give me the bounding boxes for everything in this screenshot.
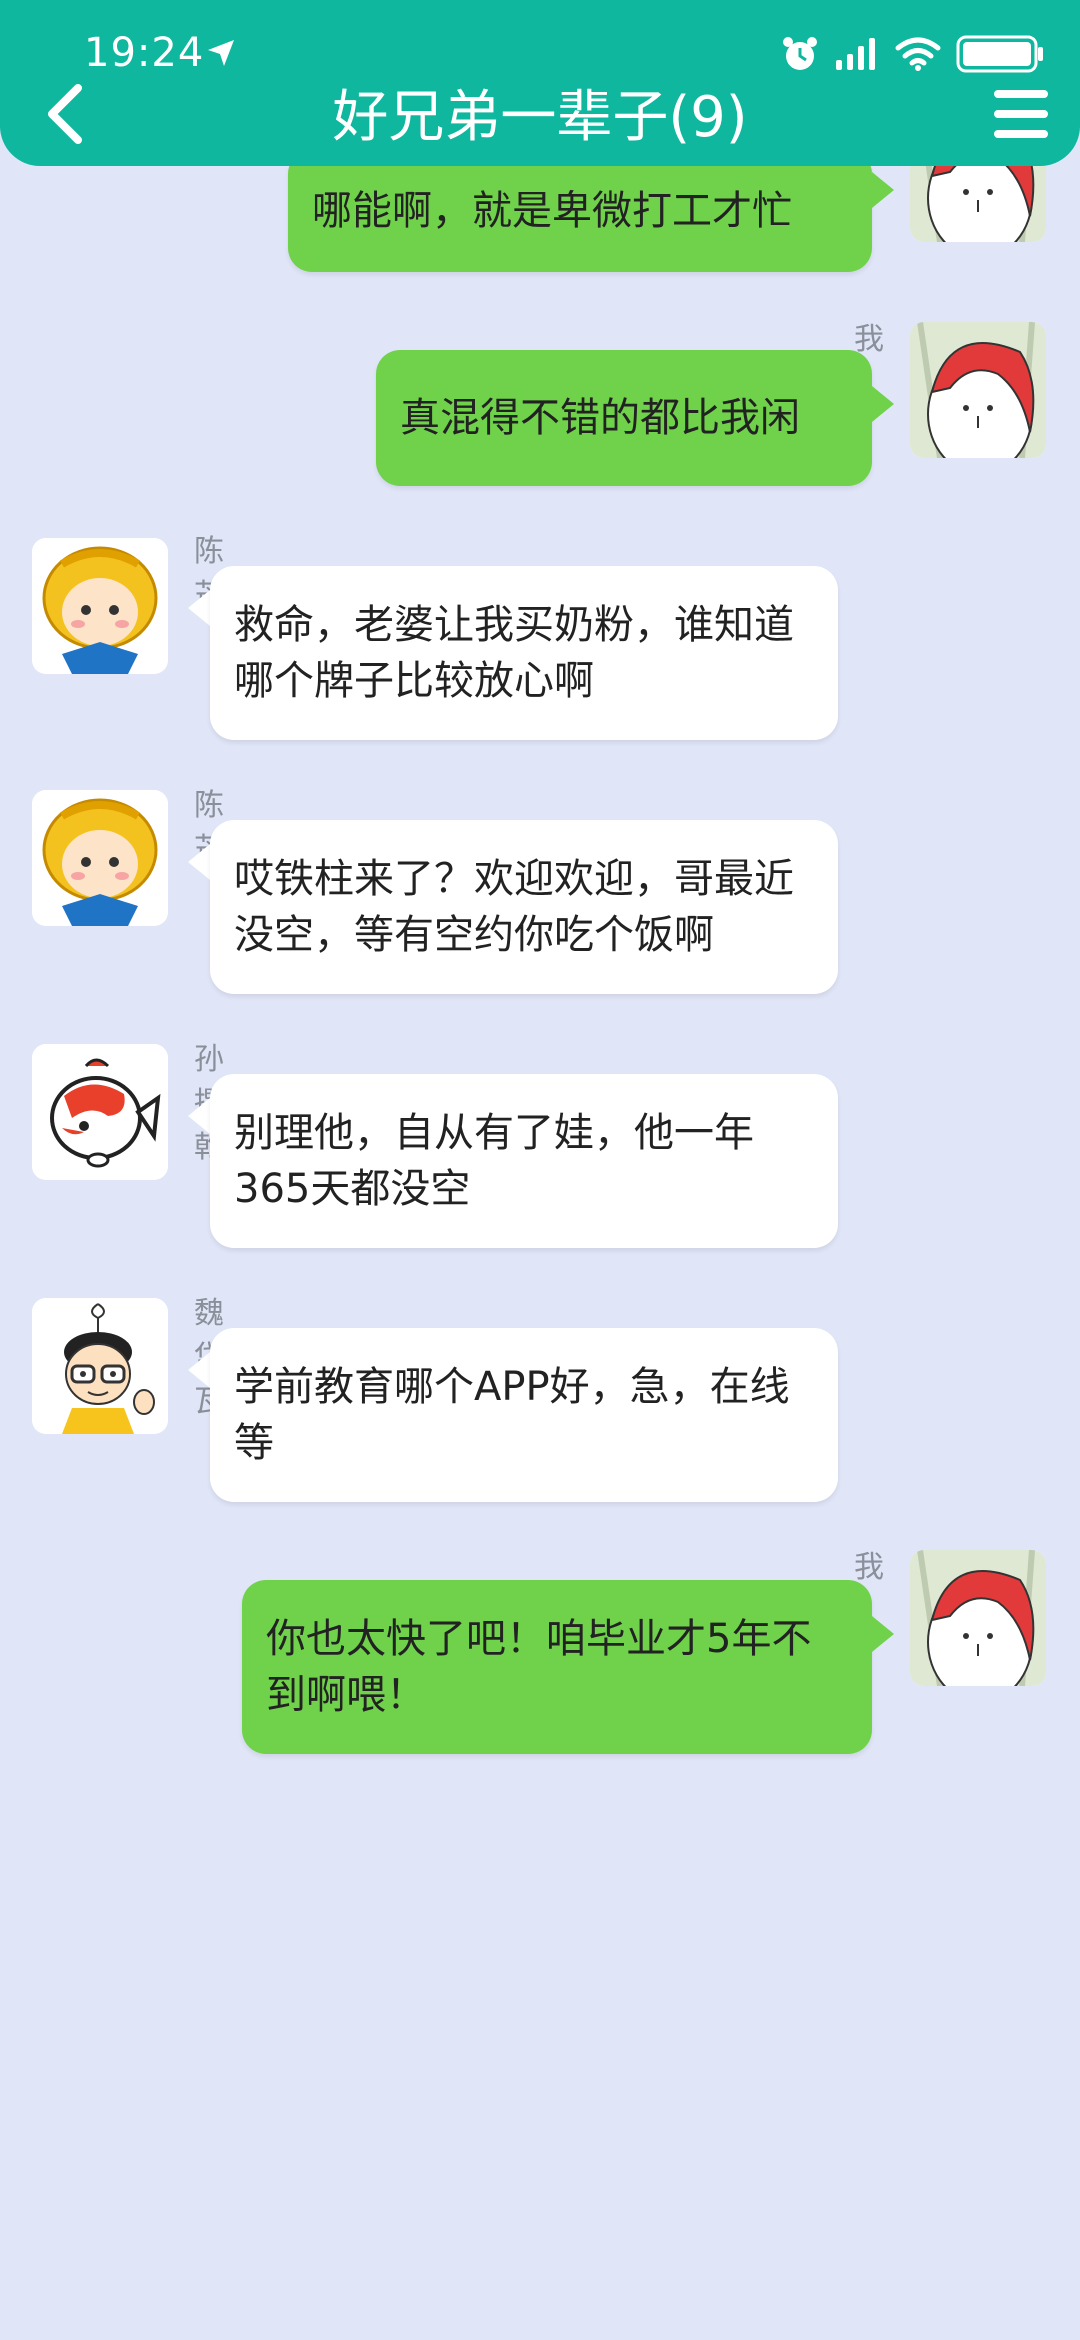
message-bubble[interactable]: 救命，老婆让我买奶粉，谁知道哪个牌子比较放心啊 [210, 566, 838, 740]
monkey-king-avatar[interactable] [32, 538, 168, 674]
chat-header: 19:24 好兄弟一辈子(9) [0, 0, 1080, 166]
bubble-tail [188, 844, 210, 880]
bubble-tail [872, 386, 894, 422]
message-bubble[interactable]: 哎铁柱来了？欢迎欢迎，哥最近没空，等有空约你吃个饭啊 [210, 820, 838, 994]
message-bubble[interactable]: 你也太快了吧！咱毕业才5年不到啊喂！ [242, 1580, 872, 1754]
battery-icon [956, 35, 1044, 77]
location-arrow-icon [206, 38, 236, 72]
status-time: 19:24 [84, 30, 205, 76]
bubble-tail [188, 1098, 210, 1134]
message-text: 你也太快了吧！咱毕业才5年不到啊喂！ [266, 1616, 812, 1718]
red-hood-avatar[interactable] [910, 1550, 1046, 1686]
chat-screen: 哪能啊，就是卑微打工才忙 我 真混得不错的都比我闲 陈芒 救命，老婆让我买奶粉，… [0, 0, 1080, 2340]
chat-title: 好兄弟一辈子(9) [332, 85, 748, 150]
bubble-tail [188, 1352, 210, 1388]
bubble-tail [188, 590, 210, 626]
bubble-tail [872, 172, 894, 208]
signal-icon [834, 36, 880, 76]
sender-name: 我 [854, 322, 884, 357]
hamburger-menu-icon[interactable] [992, 88, 1050, 140]
bubble-tail [872, 1616, 894, 1652]
message-text: 救命，老婆让我买奶粉，谁知道哪个牌子比较放心啊 [234, 602, 794, 704]
red-hood-avatar[interactable] [910, 322, 1046, 458]
message-text: 学前教育哪个APP好，急，在线等 [234, 1364, 790, 1466]
message-bubble[interactable]: 别理他，自从有了娃，他一年365天都没空 [210, 1074, 838, 1248]
message-text: 哎铁柱来了？欢迎欢迎，哥最近没空，等有空约你吃个饭啊 [234, 856, 794, 958]
message-text: 真混得不错的都比我闲 [400, 395, 800, 441]
message-bubble[interactable]: 哪能啊，就是卑微打工才忙 [288, 150, 872, 272]
message-text: 别理他，自从有了娃，他一年365天都没空 [234, 1110, 754, 1212]
message-bubble[interactable]: 学前教育哪个APP好，急，在线等 [210, 1328, 838, 1502]
monkey-king-avatar[interactable] [32, 790, 168, 926]
message-bubble[interactable]: 真混得不错的都比我闲 [376, 350, 872, 486]
koi-fish-avatar[interactable] [32, 1044, 168, 1180]
sender-name: 我 [854, 1550, 884, 1585]
wifi-icon [894, 36, 942, 76]
glasses-boy-avatar[interactable] [32, 1298, 168, 1434]
message-text: 哪能啊，就是卑微打工才忙 [312, 188, 792, 234]
